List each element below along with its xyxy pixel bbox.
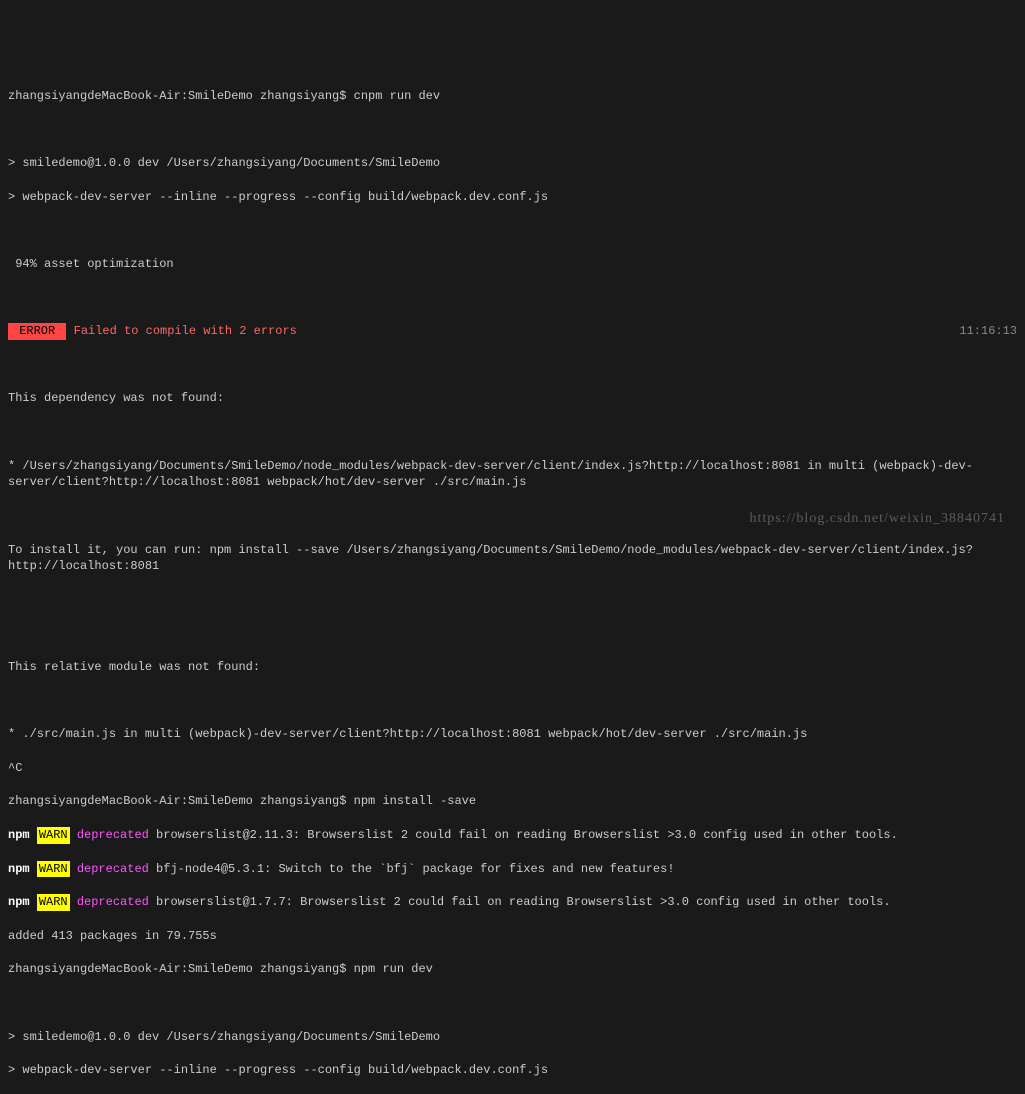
ctrl-c: ^C (8, 760, 1017, 777)
blank-line (8, 592, 1017, 609)
warn-message: browserslist@2.11.3: Browserslist 2 coul… (149, 828, 898, 842)
npm-prefix: npm (8, 895, 30, 909)
progress-line: 94% asset optimization (8, 256, 1017, 273)
warn-line: npm WARN deprecated browserslist@2.11.3:… (8, 827, 1017, 844)
npm-script-line: > smiledemo@1.0.0 dev /Users/zhangsiyang… (8, 1029, 1017, 1046)
warn-line: npm WARN deprecated browserslist@1.7.7: … (8, 894, 1017, 911)
npm-script-line: > webpack-dev-server --inline --progress… (8, 1062, 1017, 1079)
deprecated-label: deprecated (77, 862, 149, 876)
prompt-line: zhangsiyangdeMacBook-Air:SmileDemo zhang… (8, 88, 1017, 105)
dependency-header: This dependency was not found: (8, 390, 1017, 407)
blank-line (8, 625, 1017, 642)
blank-line (8, 693, 1017, 710)
npm-prefix: npm (8, 828, 30, 842)
npm-prefix: npm (8, 862, 30, 876)
warn-line: npm WARN deprecated bfj-node4@5.3.1: Swi… (8, 861, 1017, 878)
timestamp: 11:16:13 (959, 323, 1017, 340)
npm-script-line: > smiledemo@1.0.0 dev /Users/zhangsiyang… (8, 155, 1017, 172)
error-line: ERROR Failed to compile with 2 errors 11:… (8, 323, 1017, 340)
added-packages: added 413 packages in 79.755s (8, 928, 1017, 945)
warn-message: bfj-node4@5.3.1: Switch to the `bfj` pac… (149, 862, 675, 876)
watermark: https://blog.csdn.net/weixin_38840741 (749, 509, 1005, 529)
dependency-detail: * /Users/zhangsiyang/Documents/SmileDemo… (8, 458, 1017, 492)
warn-badge: WARN (37, 827, 70, 844)
blank-line (8, 424, 1017, 441)
warn-message: browserslist@1.7.7: Browserslist 2 could… (149, 895, 891, 909)
warn-badge: WARN (37, 861, 70, 878)
blank-line (8, 222, 1017, 239)
blank-line (8, 290, 1017, 307)
blank-line (8, 995, 1017, 1012)
npm-script-line: > webpack-dev-server --inline --progress… (8, 189, 1017, 206)
blank-line (8, 357, 1017, 374)
terminal-output[interactable]: zhangsiyangdeMacBook-Air:SmileDemo zhang… (8, 71, 1017, 1094)
warn-badge: WARN (37, 894, 70, 911)
deprecated-label: deprecated (77, 895, 149, 909)
relative-module-header: This relative module was not found: (8, 659, 1017, 676)
blank-line (8, 122, 1017, 139)
relative-module-detail: * ./src/main.js in multi (webpack)-dev-s… (8, 726, 1017, 743)
prompt-line: zhangsiyangdeMacBook-Air:SmileDemo zhang… (8, 793, 1017, 810)
deprecated-label: deprecated (77, 828, 149, 842)
error-message: Failed to compile with 2 errors (66, 324, 296, 338)
error-badge: ERROR (8, 323, 66, 340)
prompt-line: zhangsiyangdeMacBook-Air:SmileDemo zhang… (8, 961, 1017, 978)
